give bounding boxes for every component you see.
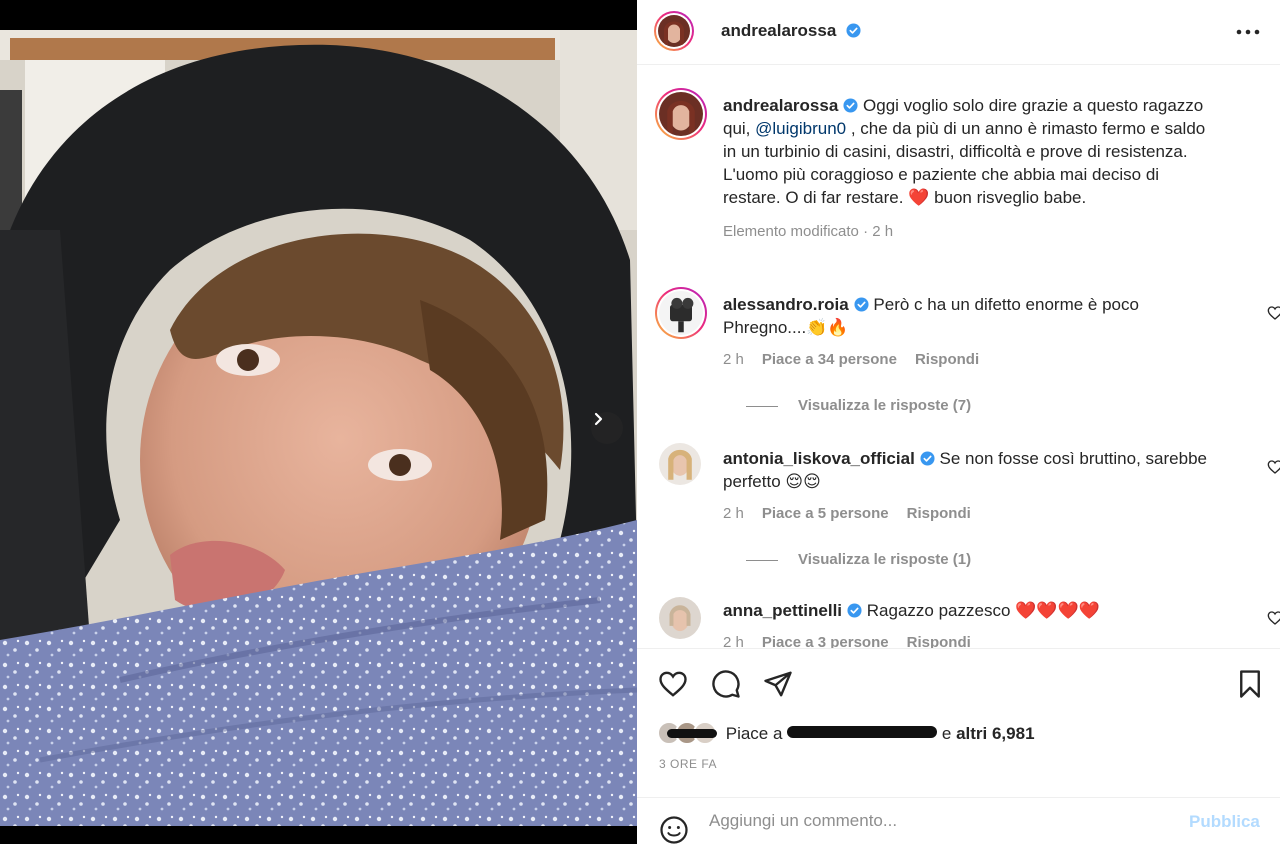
comment-meta: 2 h Piace a 5 persone Rispondi (723, 502, 1213, 525)
post-actions: Piace a e altri 6,981 3 ORE FA (637, 648, 1280, 798)
verified-icon (920, 451, 935, 466)
avatar-image (659, 291, 703, 335)
commenter-avatar[interactable] (655, 287, 707, 339)
author-username[interactable]: andrealarossa (721, 21, 836, 40)
verified-icon (843, 98, 858, 113)
more-icon[interactable] (1235, 22, 1261, 42)
reply-button[interactable]: Rispondi (915, 351, 979, 368)
caption-meta: Elemento modificato · 2 h (723, 223, 894, 240)
comment-input[interactable] (709, 808, 1169, 834)
publish-button[interactable]: Pubblica (1189, 812, 1260, 832)
comment-time: 2 h (723, 634, 744, 648)
post-header: andrealarossa (637, 0, 1280, 65)
comment-text: antonia_liskova_official Se non fosse co… (723, 447, 1213, 525)
caption-author-username[interactable]: andrealarossa (723, 96, 838, 115)
comment-time: 2 h (723, 505, 744, 522)
liker-avatars (657, 721, 721, 745)
heart-icon[interactable] (658, 669, 688, 699)
comment-likes[interactable]: Piace a 5 persone (762, 505, 889, 522)
reply-button[interactable]: Rispondi (907, 634, 971, 648)
commenter-username[interactable]: antonia_liskova_official (723, 449, 915, 468)
avatar-image (659, 597, 701, 639)
comment-time: 2 h (723, 351, 744, 368)
instagram-post-view: andrealarossa andrealarossa Oggi voglio … (0, 0, 1280, 844)
comment-like-heart-icon[interactable] (1267, 305, 1280, 321)
avatar-image (659, 92, 703, 136)
verified-icon (854, 297, 869, 312)
redacted-username (787, 726, 938, 738)
comment-likes[interactable]: Piace a 3 persone (762, 634, 889, 648)
comment-likes[interactable]: Piace a 34 persone (762, 351, 897, 368)
post-side-panel: andrealarossa andrealarossa Oggi voglio … (637, 0, 1280, 844)
post-image (0, 0, 637, 844)
verified-icon (847, 603, 862, 618)
comment-like-heart-icon[interactable] (1267, 459, 1280, 475)
chevron-right-icon (594, 412, 603, 426)
add-comment-bar: Pubblica (637, 797, 1280, 844)
view-replies-button[interactable]: Visualizza le risposte (1) (746, 551, 971, 568)
comment-body: Ragazzo pazzesco ❤️❤️❤️❤️ (866, 601, 1100, 620)
share-icon[interactable] (763, 669, 793, 699)
comment-text: anna_pettinelli Ragazzo pazzesco ❤️❤️❤️❤… (723, 599, 1213, 648)
verified-icon (846, 23, 861, 38)
commenter-avatar[interactable] (659, 597, 701, 639)
caption-author-avatar[interactable] (655, 88, 707, 140)
commenter-username[interactable]: anna_pettinelli (723, 601, 842, 620)
likes-summary[interactable]: Piace a e altri 6,981 (657, 721, 1035, 745)
view-replies-button[interactable]: Visualizza le risposte (7) (746, 397, 971, 414)
comments-list[interactable]: andrealarossa Oggi voglio solo dire graz… (637, 65, 1280, 648)
post-timestamp: 3 ORE FA (659, 757, 718, 771)
comment-meta: 2 h Piace a 34 persone Rispondi (723, 348, 1213, 371)
mention-link[interactable]: @luigibrun0 (755, 119, 846, 138)
comment-text: alessandro.roia Però c ha un difetto eno… (723, 293, 1213, 371)
likes-prefix: Piace a (725, 724, 788, 743)
likes-middle: e (937, 724, 957, 743)
avatar-image (659, 443, 701, 485)
commenter-avatar[interactable] (659, 443, 701, 485)
emoji-icon[interactable] (659, 815, 689, 844)
avatar-image (658, 15, 690, 47)
comment-icon[interactable] (711, 669, 741, 699)
author-avatar[interactable] (654, 11, 694, 51)
comment-meta: 2 h Piace a 3 persone Rispondi (723, 631, 1213, 648)
reply-button[interactable]: Rispondi (907, 505, 971, 522)
comment-like-heart-icon[interactable] (1267, 610, 1280, 626)
caption-text: andrealarossa Oggi voglio solo dire graz… (723, 94, 1213, 243)
post-photo[interactable] (0, 0, 637, 844)
header-author: andrealarossa (721, 21, 861, 41)
likes-others[interactable]: altri 6,981 (956, 724, 1034, 743)
next-image-button[interactable] (591, 412, 623, 444)
commenter-username[interactable]: alessandro.roia (723, 295, 849, 314)
bookmark-icon[interactable] (1235, 669, 1265, 699)
